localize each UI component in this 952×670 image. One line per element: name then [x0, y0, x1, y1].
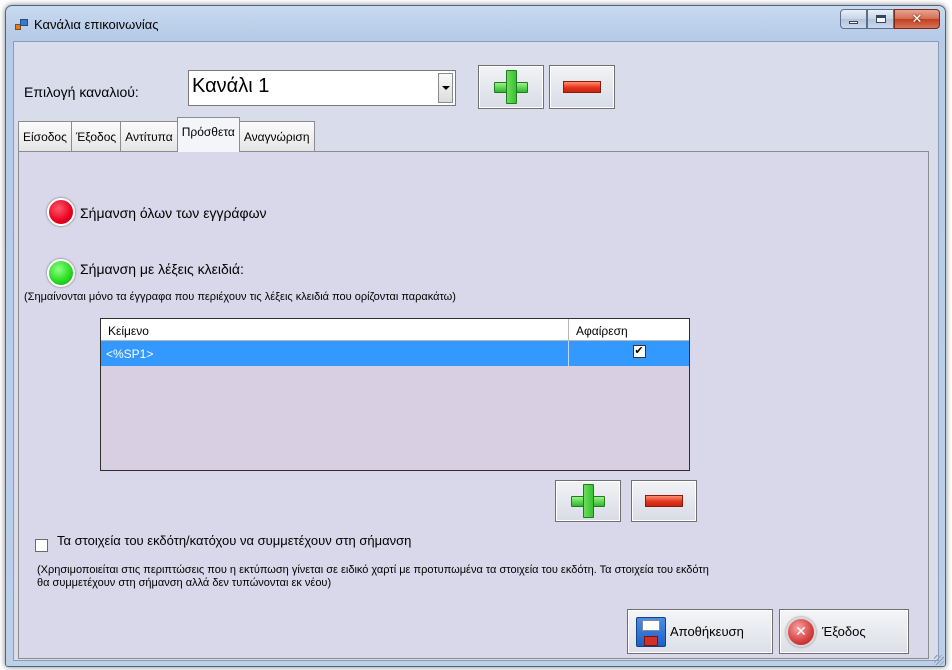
mark-all-radio[interactable] [47, 198, 75, 226]
tab-extras[interactable]: Πρόσθετα [176, 117, 240, 152]
mark-keywords-radio[interactable] [47, 259, 75, 287]
grid-header: Κείμενο Αφαίρεση [101, 319, 689, 341]
tab-strip: Είσοδος Έξοδος Αντίτυπα Πρόσθετα Αναγνώρ… [18, 117, 315, 152]
issuer-note-line2: θα συμμετέχουν στη σήμανση αλλά δεν τυπώ… [37, 577, 332, 589]
add-channel-button[interactable] [478, 65, 544, 109]
resize-grip-icon[interactable] [934, 655, 944, 665]
minus-icon [563, 81, 601, 93]
app-icon [15, 19, 28, 31]
channel-select[interactable]: Κανάλι 1 [188, 70, 456, 106]
channel-label: Επιλογή καναλιού: [24, 84, 139, 100]
mark-all-label: Σήμανση όλων των εγγράφων [80, 205, 267, 221]
minus-icon [645, 495, 683, 507]
keywords-grid[interactable]: Κείμενο Αφαίρεση <%SP1> ✔ [100, 318, 690, 471]
tab-input[interactable]: Είσοδος [18, 121, 72, 152]
keywords-hint: (Σημαίνονται μόνο τα έγγραφα που περιέχο… [24, 291, 456, 303]
channel-dropdown-button[interactable] [438, 73, 453, 103]
tab-recognition[interactable]: Αναγνώριση [238, 121, 315, 152]
column-header-text[interactable]: Κείμενο [101, 319, 569, 340]
add-keyword-button[interactable] [555, 480, 621, 522]
close-circle-icon: ✕ [786, 616, 816, 647]
tab-output[interactable]: Έξοδος [70, 121, 122, 152]
remove-checkbox[interactable]: ✔ [632, 345, 646, 358]
chevron-down-icon [441, 86, 450, 90]
close-button[interactable]: ✕ [894, 9, 940, 29]
plus-icon [571, 484, 605, 518]
issuer-checkbox[interactable] [35, 539, 48, 552]
channel-select-value: Κανάλι 1 [192, 75, 270, 97]
row-text-cell[interactable]: <%SP1> [101, 341, 569, 366]
row-remove-cell[interactable]: ✔ [569, 341, 689, 366]
minimize-icon [849, 20, 858, 24]
column-header-remove[interactable]: Αφαίρεση [569, 319, 689, 340]
save-button[interactable]: Αποθήκευση [627, 609, 773, 654]
issuer-checkbox-label: Τα στοιχεία του εκδότη/κατόχου να συμμετ… [57, 533, 412, 548]
title-bar[interactable]: Κανάλια επικοινωνίας ✕ [6, 6, 945, 42]
save-floppy-icon [636, 616, 666, 647]
table-row[interactable]: <%SP1> ✔ [101, 341, 689, 366]
close-icon: ✕ [911, 11, 923, 27]
issuer-note-line1: (Χρησιμοποιείται στις περιπτώσεις που η … [37, 564, 709, 576]
maximize-button[interactable] [867, 9, 894, 29]
mark-keywords-label: Σήμανση με λέξεις κλειδιά: [80, 261, 244, 277]
maximize-icon [875, 15, 886, 23]
minimize-button[interactable] [840, 9, 867, 29]
window-title: Κανάλια επικοινωνίας [34, 17, 159, 32]
exit-button[interactable]: ✕ Έξοδος [779, 609, 909, 654]
tab-copies[interactable]: Αντίτυπα [120, 121, 178, 152]
remove-channel-button[interactable] [549, 65, 615, 109]
window-controls: ✕ [840, 9, 940, 31]
remove-keyword-button[interactable] [631, 480, 697, 522]
exit-button-label: Έξοδος [822, 624, 866, 639]
save-button-label: Αποθήκευση [670, 624, 744, 639]
plus-icon [494, 70, 528, 104]
